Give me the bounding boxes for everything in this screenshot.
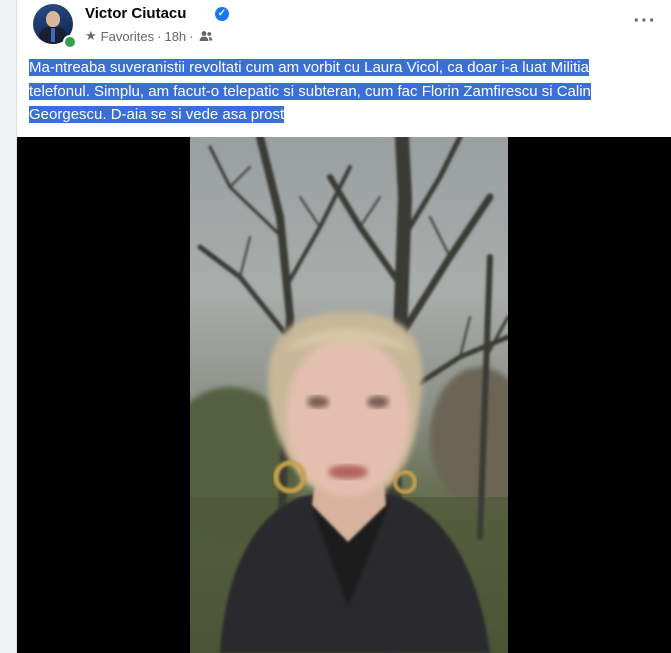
post-card: Victor Ciutacu ✓ ★ Favorites · 18h · ···… <box>16 0 671 653</box>
friends-icon <box>199 31 213 41</box>
video-still <box>190 137 508 653</box>
post-message-text: Ma-ntreaba suveranistii revoltati cum am… <box>29 59 591 123</box>
meta-separator: · <box>189 28 194 44</box>
video-container[interactable] <box>17 137 671 653</box>
verified-badge-icon: ✓ <box>215 7 229 21</box>
author-name[interactable]: Victor Ciutacu <box>85 5 186 22</box>
post-header: Victor Ciutacu ✓ ★ Favorites · 18h · ··· <box>17 0 671 52</box>
post-meta: ★ Favorites · 18h · <box>85 28 213 44</box>
avatar-tie <box>51 28 55 42</box>
more-options-icon[interactable]: ··· <box>631 10 659 34</box>
post-timestamp[interactable]: 18h <box>164 29 186 44</box>
meta-separator: · <box>157 28 162 44</box>
audience-label[interactable]: Favorites <box>101 29 154 44</box>
video-frame[interactable] <box>190 137 508 653</box>
post-message: Ma-ntreaba suveranistii revoltati cum am… <box>29 56 649 127</box>
online-status-icon <box>63 35 77 49</box>
avatar-face <box>46 11 60 27</box>
star-icon: ★ <box>85 28 97 43</box>
